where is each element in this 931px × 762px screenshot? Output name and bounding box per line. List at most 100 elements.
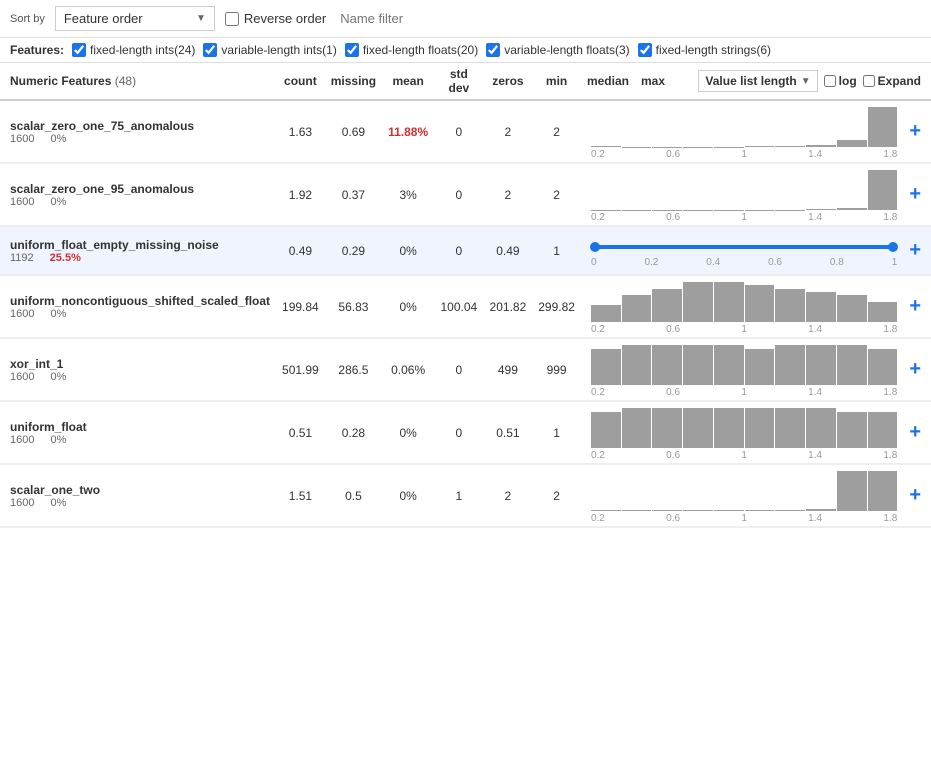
expand-button[interactable]: + [905, 239, 925, 262]
filter-var-int-checkbox[interactable] [203, 43, 217, 57]
numeric-section-title: Numeric Features (48) [10, 74, 266, 88]
feature-stats-row: 1192 25.5% [10, 252, 270, 264]
expand-check-label[interactable]: Expand [863, 74, 921, 88]
filter-var-float[interactable]: variable-length floats(3) [486, 43, 629, 57]
features-label: Features: [10, 43, 64, 57]
feature-stats-row: 1600 0% [10, 371, 270, 383]
col-max: max [635, 63, 671, 100]
feature-missing: 0% [50, 371, 66, 383]
stat-std-dev: 0.69 [325, 100, 382, 163]
sort-arrow: ▼ [196, 13, 206, 24]
stat-min: 0 [434, 402, 483, 464]
chart-cell: 0.20.611.41.8 + [581, 339, 931, 401]
sort-select[interactable]: Feature order ▼ [55, 6, 215, 31]
stat-zeros: 3% [382, 164, 434, 226]
feature-name: scalar_zero_one_95_anomalous [10, 182, 270, 196]
stat-mean: 199.84 [276, 276, 325, 338]
feature-name: scalar_zero_one_75_anomalous [10, 119, 270, 133]
stat-zeros: 11.88% [382, 100, 434, 163]
stat-max: 1 [532, 227, 581, 275]
stat-min: 100.04 [434, 276, 483, 338]
filter-fixed-float[interactable]: fixed-length floats(20) [345, 43, 478, 57]
feature-count: 1600 [10, 497, 34, 509]
stat-min: 0 [434, 100, 483, 163]
expand-button[interactable]: + [905, 358, 925, 381]
stat-zeros: 0% [382, 276, 434, 338]
stat-mean: 0.49 [276, 227, 325, 275]
filter-fixed-str[interactable]: fixed-length strings(6) [638, 43, 771, 57]
feature-stats-row: 1600 0% [10, 497, 270, 509]
filter-fixed-int-checkbox[interactable] [72, 43, 86, 57]
stat-std-dev: 0.5 [325, 465, 382, 527]
feature-stats-row: 1600 0% [10, 133, 270, 145]
reverse-order-label[interactable]: Reverse order [225, 11, 326, 26]
feature-missing: 0% [50, 497, 66, 509]
stat-median: 2 [484, 100, 533, 163]
feature-missing: 25.5% [50, 252, 81, 264]
stat-max: 2 [532, 465, 581, 527]
sort-label: Sort by [10, 13, 45, 25]
expand-button[interactable]: + [905, 183, 925, 206]
stat-std-dev: 286.5 [325, 339, 382, 401]
stat-std-dev: 56.83 [325, 276, 382, 338]
stat-median: 2 [484, 164, 533, 226]
expand-button[interactable]: + [905, 120, 925, 143]
feature-count: 1600 [10, 196, 34, 208]
table-row: scalar_zero_one_75_anomalous 1600 0% 1.6… [0, 100, 931, 163]
expand-label: Expand [878, 74, 921, 88]
table-row: xor_int_1 1600 0% 501.99 286.5 0.06% 0 4… [0, 339, 931, 401]
stat-max: 299.82 [532, 276, 581, 338]
filter-fixed-int[interactable]: fixed-length ints(24) [72, 43, 195, 57]
filter-fixed-str-checkbox[interactable] [638, 43, 652, 57]
table-row: scalar_zero_one_95_anomalous 1600 0% 1.9… [0, 164, 931, 226]
chart-cell: 0.20.611.41.8 + [581, 100, 931, 163]
filter-var-float-checkbox[interactable] [486, 43, 500, 57]
feature-stats-row: 1600 0% [10, 308, 270, 320]
stat-min: 0 [434, 339, 483, 401]
filter-var-float-label: variable-length floats(3) [504, 43, 629, 57]
stat-median: 0.49 [484, 227, 533, 275]
stat-mean: 0.51 [276, 402, 325, 464]
filter-fixed-str-label: fixed-length strings(6) [656, 43, 771, 57]
col-count: count [276, 63, 325, 100]
col-mean: mean [382, 63, 434, 100]
col-chart: Value list length ▼ log Expand [671, 63, 931, 100]
filter-fixed-int-label: fixed-length ints(24) [90, 43, 195, 57]
stat-min: 0 [434, 227, 483, 275]
reverse-order-checkbox[interactable] [225, 12, 239, 26]
expand-button[interactable]: + [905, 295, 925, 318]
expand-button[interactable]: + [905, 421, 925, 444]
expand-checkbox[interactable] [863, 75, 875, 87]
chart-cell: 0.20.611.41.8 + [581, 164, 931, 226]
stat-std-dev: 0.28 [325, 402, 382, 464]
feature-missing: 0% [50, 308, 66, 320]
table-row: uniform_float_empty_missing_noise 1192 2… [0, 227, 931, 275]
feature-name-cell: uniform_float_empty_missing_noise 1192 2… [0, 227, 276, 275]
stat-std-dev: 0.29 [325, 227, 382, 275]
log-checkbox[interactable] [824, 75, 836, 87]
feature-name-cell: uniform_noncontiguous_shifted_scaled_flo… [0, 276, 276, 338]
reverse-order-text: Reverse order [244, 11, 326, 26]
feature-missing: 0% [50, 133, 66, 145]
feature-count: 1600 [10, 371, 34, 383]
feature-name: uniform_noncontiguous_shifted_scaled_flo… [10, 294, 270, 308]
log-check-label[interactable]: log [824, 74, 857, 88]
chart-cell: 00.20.40.60.81 + [581, 227, 931, 275]
stat-median: 2 [484, 465, 533, 527]
vll-select[interactable]: Value list length ▼ [698, 70, 817, 92]
table-row: scalar_one_two 1600 0% 1.51 0.5 0% 1 2 2… [0, 465, 931, 527]
col-feature-section: Numeric Features (48) [0, 63, 276, 100]
toolbar: Sort by Feature order ▼ Reverse order [0, 0, 931, 38]
filter-fixed-float-checkbox[interactable] [345, 43, 359, 57]
chart-cell: 0.20.611.41.8 + [581, 276, 931, 338]
expand-button[interactable]: + [905, 484, 925, 507]
name-filter-input[interactable] [336, 7, 520, 30]
feature-name: xor_int_1 [10, 357, 270, 371]
feature-count: 1600 [10, 133, 34, 145]
filter-var-int[interactable]: variable-length ints(1) [203, 43, 336, 57]
feature-name-cell: scalar_zero_one_75_anomalous 1600 0% [0, 100, 276, 163]
feature-name-cell: uniform_float 1600 0% [0, 402, 276, 464]
table-row: uniform_float 1600 0% 0.51 0.28 0% 0 0.5… [0, 402, 931, 464]
main-content: Numeric Features (48) count missing mean… [0, 63, 931, 743]
feature-count: 1192 [10, 252, 34, 264]
